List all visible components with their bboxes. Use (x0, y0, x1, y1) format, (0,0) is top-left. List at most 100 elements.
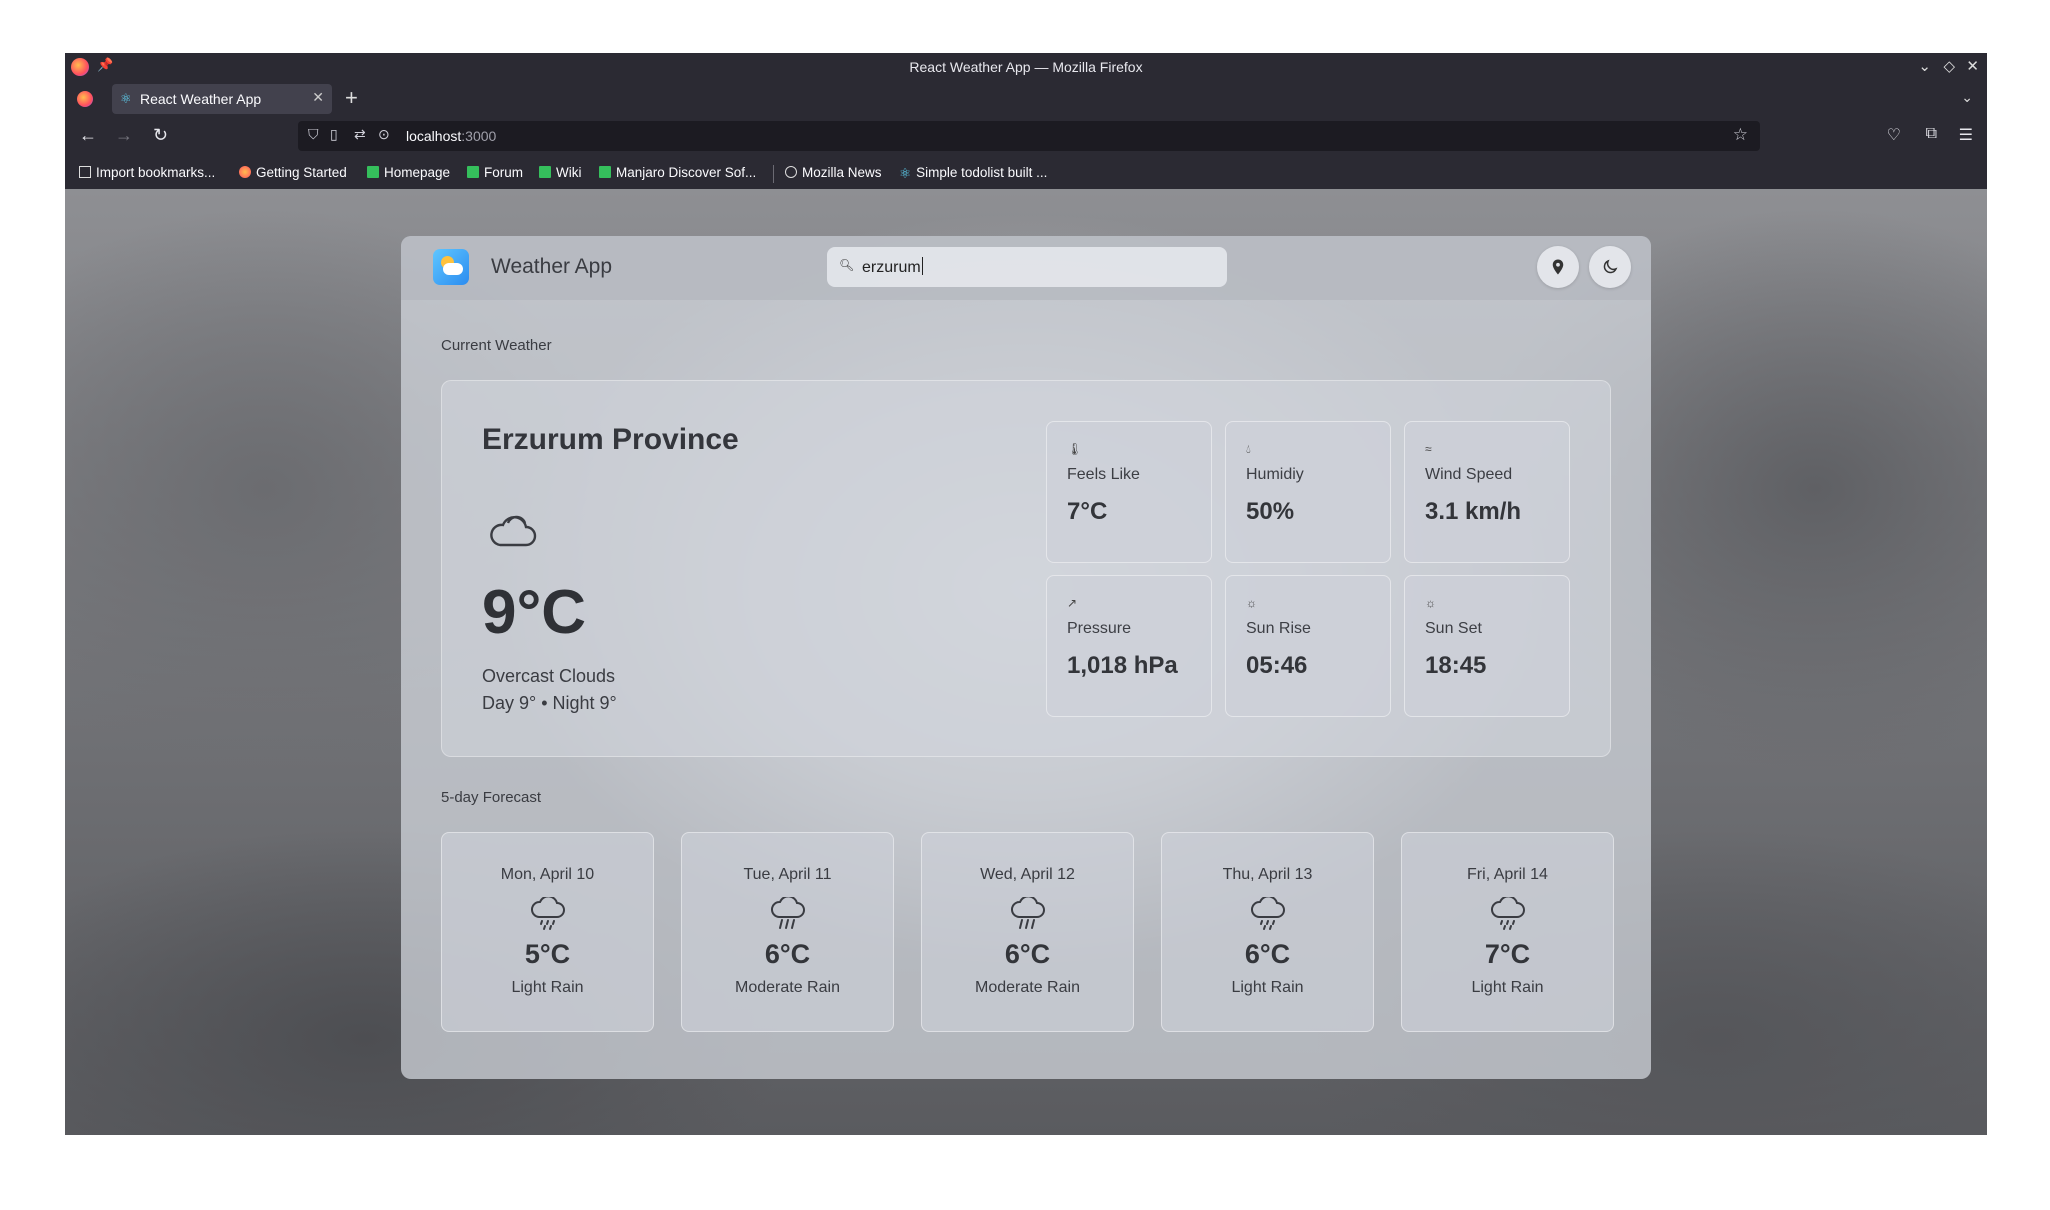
bookmark-import[interactable]: Import bookmarks... (79, 165, 215, 180)
bookmarks-toolbar: Import bookmarks... Getting Started Home… (65, 157, 1987, 189)
tab-react-weather-app[interactable]: ⚛ React Weather App ✕ (112, 84, 332, 114)
extensions-icon[interactable]: ⧉ (1926, 125, 1937, 143)
bookmark-forum[interactable]: Forum (467, 165, 523, 180)
manjaro-icon (467, 166, 479, 178)
forward-button[interactable]: → (115, 125, 133, 146)
bookmark-wiki[interactable]: Wiki (539, 165, 582, 180)
moderate-rain-icon (771, 897, 805, 929)
bookmark-star-icon[interactable]: ☆ (1733, 125, 1748, 145)
stat-sun-set: ☼ Sun Set 18:45 (1404, 575, 1570, 717)
new-tab-button[interactable]: + (345, 85, 358, 111)
tracking-shield-icon[interactable]: ⛉ (308, 126, 319, 143)
search-input[interactable]: 🔍︎ erzurum (827, 247, 1227, 287)
manjaro-icon (539, 166, 551, 178)
firefox-view-icon[interactable] (77, 91, 93, 107)
permissions-icon[interactable]: ⇄ (354, 126, 366, 143)
forecast-description: Moderate Rain (975, 979, 1080, 996)
stat-value: 1,018 hPa (1067, 652, 1178, 679)
stat-label: Pressure (1067, 620, 1132, 637)
droplet-icon: 💧︎ (1246, 442, 1251, 456)
bookmark-separator (773, 165, 774, 183)
forecast-temp: 6°C (1004, 939, 1051, 969)
window-title: React Weather App — Mozilla Firefox (909, 59, 1143, 75)
forecast-temp: 7°C (1484, 939, 1531, 969)
firefox-icon (239, 166, 251, 178)
stat-value: 3.1 km/h (1425, 498, 1522, 525)
stat-label: Feels Like (1067, 466, 1140, 483)
pressure-icon: ↗ (1067, 596, 1078, 610)
maximize-icon[interactable]: ◇ (1943, 57, 1955, 75)
menu-icon[interactable]: ☰ (1959, 125, 1973, 145)
list-all-tabs-icon[interactable]: ⌄ (1961, 89, 1973, 106)
forecast-description: Moderate Rain (735, 979, 840, 996)
stat-humidity: 💧︎ Humidiy 50% (1225, 421, 1391, 563)
sunset-icon: ☼ (1425, 596, 1436, 610)
minimize-icon[interactable]: ⌄ (1918, 57, 1931, 75)
react-icon: ⚛ (899, 166, 912, 181)
stat-value: 18:45 (1425, 652, 1487, 679)
forecast-description: Light Rain (511, 979, 584, 996)
weather-app-panel: Weather App 🔍︎ erzurum Current Weather E… (401, 236, 1651, 1079)
pocket-icon[interactable]: ♡ (1887, 125, 1901, 145)
tab-close-icon[interactable]: ✕ (312, 89, 324, 106)
current-temperature: 9°C (482, 578, 587, 647)
forecast-description: Light Rain (1471, 979, 1544, 996)
current-weather-card: Erzurum Province 9°C Overcast Clouds Day… (441, 380, 1611, 757)
stat-value: 7°C (1067, 498, 1108, 525)
reload-button[interactable]: ↻ (153, 125, 168, 146)
wind-icon: ≈ (1425, 442, 1432, 456)
search-value[interactable]: erzurum (862, 257, 923, 277)
import-icon (79, 166, 91, 178)
bookmark-homepage[interactable]: Homepage (367, 165, 450, 180)
browser-window: 📌 React Weather App — Mozilla Firefox ⌄ … (65, 53, 1987, 1135)
back-button[interactable]: ← (79, 125, 97, 146)
weather-description: Overcast Clouds (482, 666, 616, 686)
cloud-icon (490, 515, 537, 547)
react-icon: ⚛ (120, 91, 132, 106)
nav-bar: ← → ↻ ⛉ ▯ ⇄ ⊙ localhost:3000 ☆ ♡ ⧉ ☰ (65, 117, 1987, 157)
current-weather-heading: Current Weather (441, 337, 552, 354)
bookmark-mozilla-news[interactable]: Mozilla News (785, 165, 882, 180)
stat-sun-rise: ☼ Sun Rise 05:46 (1225, 575, 1391, 717)
moderate-rain-icon (1011, 897, 1045, 929)
url-bar[interactable]: ⛉ ▯ ⇄ ⊙ localhost:3000 ☆ (298, 121, 1760, 151)
light-rain-icon (531, 897, 565, 930)
bookmark-manjaro-discover[interactable]: Manjaro Discover Sof... (599, 165, 756, 180)
bookmark-getting-started[interactable]: Getting Started (239, 165, 347, 180)
location-pin-icon (1552, 259, 1564, 275)
forecast-temp: 5°C (524, 939, 571, 969)
app-header: Weather App 🔍︎ erzurum (401, 236, 1651, 300)
url-text[interactable]: localhost:3000 (406, 128, 496, 144)
thermometer-icon: 🌡︎ (1067, 442, 1083, 456)
light-rain-icon (1251, 897, 1285, 930)
forecast-day-card: Wed, April 12 6°C Moderate Rain (921, 832, 1134, 1032)
forecast-date: Thu, April 13 (1222, 866, 1313, 883)
stat-value: 05:46 (1246, 652, 1308, 679)
stat-label: Wind Speed (1425, 466, 1513, 483)
tab-title: React Weather App (140, 91, 262, 107)
forecast-date: Mon, April 10 (500, 866, 595, 883)
weather-logo-icon (433, 249, 469, 285)
manjaro-icon (599, 166, 611, 178)
page-icon[interactable]: ▯ (330, 126, 338, 143)
stat-value: 50% (1246, 498, 1295, 525)
current-location-button[interactable] (1537, 246, 1579, 288)
forecast-temp: 6°C (1244, 939, 1291, 969)
bookmark-simple-todolist[interactable]: ⚛ Simple todolist built ... (899, 165, 1047, 182)
forecast-date: Fri, April 14 (1467, 866, 1548, 883)
city-name: Erzurum Province (482, 423, 739, 456)
stat-label: Humidiy (1246, 466, 1304, 483)
day-night-temps: Day 9° • Night 9° (482, 693, 617, 713)
stat-feels-like: 🌡︎ Feels Like 7°C (1046, 421, 1212, 563)
stat-pressure: ↗ Pressure 1,018 hPa (1046, 575, 1212, 717)
sunrise-icon: ☼ (1246, 596, 1257, 610)
forecast-day-card: Thu, April 13 6°C Light Rain (1161, 832, 1374, 1032)
moon-icon (1603, 259, 1618, 274)
dark-mode-toggle[interactable] (1589, 246, 1631, 288)
close-window-icon[interactable]: ✕ (1966, 57, 1979, 75)
search-icon: 🔍︎ (839, 258, 855, 272)
forecast-day-card: Tue, April 11 6°C Moderate Rain (681, 832, 894, 1032)
location-icon[interactable]: ⊙ (378, 126, 390, 143)
forecast-temp: 6°C (764, 939, 811, 969)
stat-label: Sun Set (1425, 620, 1482, 637)
